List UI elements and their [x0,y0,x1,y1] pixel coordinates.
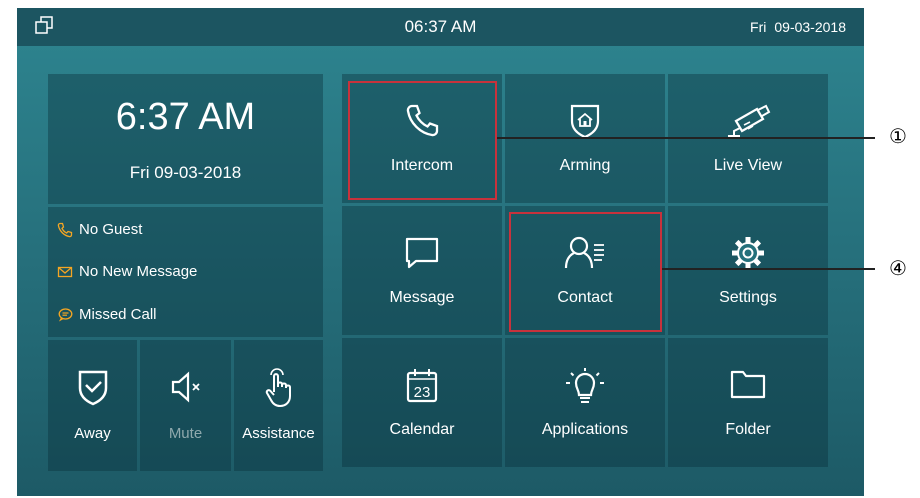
folder-icon [730,370,766,399]
callout-number-4: ④ [889,256,907,280]
tile-label: Folder [725,421,771,438]
tile-label: Applications [541,421,629,438]
tile-folder[interactable]: Folder [668,338,828,467]
tile-settings[interactable]: Settings [668,206,828,335]
highlight-intercom [348,81,497,200]
notice-guest[interactable]: No Guest [57,221,142,238]
status-day: Fri [750,19,767,35]
notice-label: No New Message [79,263,198,280]
clock-panel: 6:37 AM Fri 09-03-2018 [48,74,323,204]
tile-message[interactable]: Message [342,206,502,335]
notice-label: Missed Call [79,306,157,323]
callout-line-4 [662,268,875,270]
message-box-icon [405,237,439,269]
callout-number-1: ① [889,124,907,148]
tile-applications[interactable]: Applications [505,338,665,467]
lightbulb-icon [566,368,604,403]
speaker-mute-icon [171,371,200,403]
tile-label: Calendar [389,421,455,438]
tile-label: Settings [719,289,777,306]
phone-icon [57,222,73,237]
tile-label: Arming [559,157,611,174]
gear-icon [732,237,764,269]
notice-missed-call[interactable]: Missed Call [57,306,157,323]
highlight-contact [509,212,662,332]
tile-label: Message [389,289,455,306]
tile-live-view[interactable]: Live View [668,74,828,203]
clock-time: 6:37 AM [115,96,256,138]
tile-arming[interactable]: Arming [505,74,665,203]
status-bar: 06:37 AM Fri 09-03-2018 [17,8,864,46]
assistance-label: Assistance [242,425,315,442]
assistance-button[interactable]: Assistance [234,340,323,471]
mute-label: Mute [168,425,203,442]
notice-message[interactable]: No New Message [57,263,197,280]
tile-label: Live View [713,157,783,174]
notice-label: No Guest [79,221,143,238]
mute-button[interactable]: Mute [140,340,231,471]
notifications-panel[interactable]: No Guest No New Message Missed Call [48,207,323,337]
shield-home-icon [570,104,600,139]
tile-calendar[interactable]: 23 Calendar [342,338,502,467]
status-time: 06:37 AM [404,17,477,36]
status-date-value: 09-03-2018 [774,19,846,35]
away-label: Away [74,425,111,442]
clock-date: Fri 09-03-2018 [129,163,242,182]
away-button[interactable]: Away [48,340,137,471]
status-date: Fri 09-03-2018 [750,19,846,35]
shield-check-icon [78,370,107,406]
calendar-day: 23 [414,384,431,401]
envelope-icon [57,266,73,277]
hand-touch-icon [265,368,291,408]
callout-line-1 [497,137,875,139]
calendar-icon: 23 [406,369,438,403]
cctv-camera-icon [728,104,771,137]
chat-bubble-icon [58,307,73,321]
